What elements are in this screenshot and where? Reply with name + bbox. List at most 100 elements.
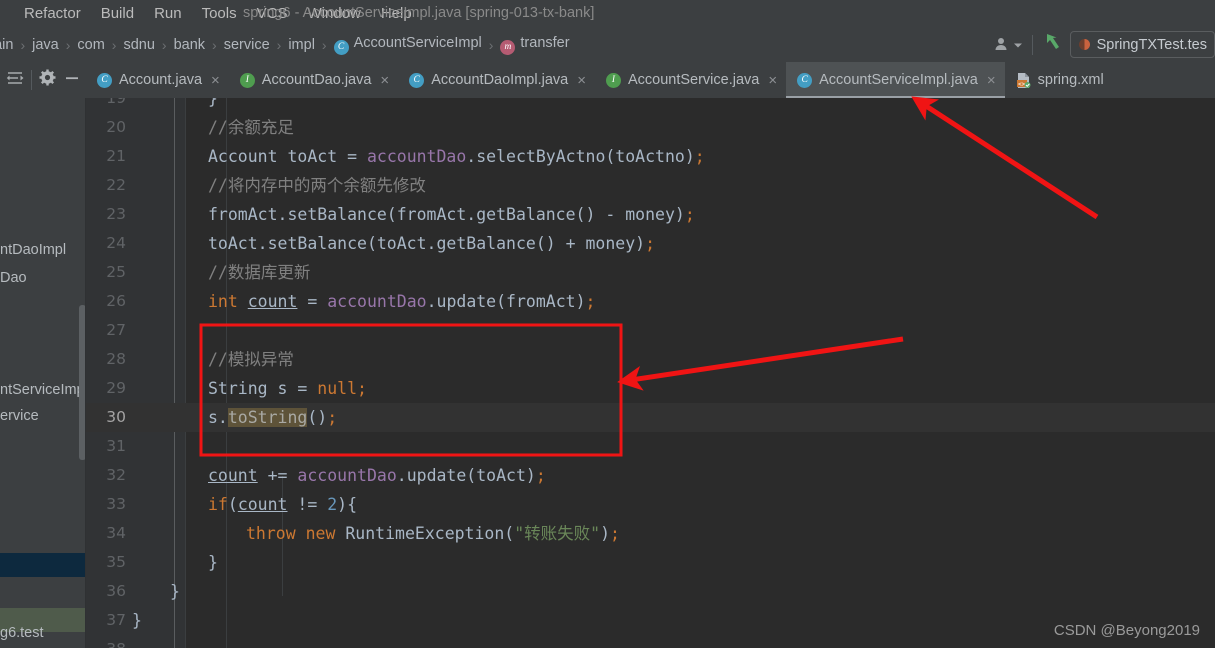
close-icon[interactable]: × — [987, 73, 996, 88]
run-config-icon — [1078, 39, 1090, 50]
collapse-all-icon[interactable] — [6, 69, 24, 92]
project-tree-item[interactable]: ntServiceImp — [0, 378, 85, 402]
code-line[interactable]: 34 throw new RuntimeException("转账失败"); — [86, 519, 1215, 548]
code-line[interactable]: 29 String s = null; — [86, 374, 1215, 403]
code-token: ; — [684, 205, 695, 224]
breadcrumb-label: impl — [288, 36, 315, 53]
project-tree-item[interactable] — [0, 553, 86, 577]
code-line[interactable]: 26 int count = accountDao.update(fromAct)… — [86, 287, 1215, 316]
code-token: () — [307, 408, 328, 427]
code-line[interactable]: 28 //模拟异常 — [86, 345, 1215, 374]
gear-icon[interactable] — [39, 69, 56, 91]
breadcrumb-item-service[interactable]: service — [224, 36, 270, 54]
code-token: ; — [585, 292, 596, 311]
code-token: String — [208, 379, 268, 398]
editor-tab-bar: C Account.java × I AccountDao.java × C AccountD… — [0, 62, 1215, 98]
code-text: s.toString(); — [208, 403, 337, 432]
user-dropdown-icon[interactable] — [994, 36, 1023, 53]
code-line[interactable]: 20 //余额充足 — [86, 113, 1215, 142]
code-line[interactable]: 23 fromAct.setBalance(fromAct.getBalance(… — [86, 200, 1215, 229]
breadcrumb-item-transfer[interactable]: m transfer — [500, 34, 570, 55]
code-line[interactable]: 21 Account toAct = accountDao.selectByAct… — [86, 142, 1215, 171]
code-token: Account — [208, 147, 278, 166]
code-token: 2 — [327, 495, 338, 514]
code-token: int — [208, 292, 238, 311]
line-number: 34 — [106, 524, 126, 542]
code-line[interactable]: 33 if(count != 2){ — [86, 490, 1215, 519]
code-token: .update(fromAct) — [426, 292, 586, 311]
code-token: ; — [535, 466, 546, 485]
close-icon[interactable]: × — [577, 73, 586, 88]
menu-label: Build — [100, 5, 135, 22]
editor-tab-accountservice-java[interactable]: I AccountService.java × — [595, 62, 786, 98]
breadcrumb-item-com[interactable]: com — [77, 36, 104, 54]
breadcrumb-item-bank[interactable]: bank — [174, 36, 205, 54]
menu-item-build[interactable]: Build — [91, 0, 144, 27]
line-number: 29 — [106, 379, 126, 397]
code-token: //模拟异常 — [208, 350, 294, 369]
code-token: null — [317, 379, 358, 398]
code-text: } — [170, 577, 180, 606]
breadcrumb-item-impl[interactable]: impl — [288, 36, 315, 54]
breadcrumb-separator: › — [20, 36, 26, 53]
code-text: count += accountDao.update(toAct); — [208, 461, 546, 490]
breadcrumb-item-sdnu[interactable]: sdnu — [123, 36, 154, 54]
menu-item-refactor[interactable]: Refactor — [14, 0, 91, 27]
interface-icon: I — [605, 72, 621, 88]
class-icon: C — [409, 72, 425, 88]
class-icon: C — [333, 40, 349, 55]
code-line[interactable]: 31 — [86, 432, 1215, 461]
code-editor[interactable]: 19} 20 //余额充足 21 Account toAct = accountDao.… — [86, 98, 1215, 648]
line-number: 32 — [106, 466, 126, 484]
code-line[interactable]: 37} — [86, 606, 1215, 635]
project-tree-item[interactable]: g6.test — [0, 621, 44, 645]
breadcrumb-item-main[interactable]: main — [0, 36, 13, 54]
close-icon[interactable]: × — [768, 73, 777, 88]
code-line[interactable]: 30 s.toString(); — [86, 403, 1215, 432]
menu-item-tools[interactable]: Tools — [192, 0, 247, 27]
code-token: ; — [645, 234, 656, 253]
code-line[interactable]: 27 — [86, 316, 1215, 345]
project-tool-window[interactable]: ntDaoImpl Dao ntServiceImp ervice g6.test — [0, 98, 86, 648]
code-line[interactable]: 22 //将内存中的两个余额先修改 — [86, 171, 1215, 200]
code-line[interactable]: 36} — [86, 577, 1215, 606]
line-number: 26 — [106, 292, 126, 310]
breadcrumb-item-java[interactable]: java — [32, 36, 59, 54]
code-line[interactable]: 35} — [86, 548, 1215, 577]
code-token: ( — [227, 495, 238, 514]
project-tree-item[interactable]: ntDaoImpl — [0, 238, 66, 262]
line-number: 24 — [106, 234, 126, 252]
code-token: toAct = — [277, 147, 367, 166]
editor-tab-accountserviceimpl-java[interactable]: C AccountServiceImpl.java × — [786, 62, 1005, 98]
code-line[interactable]: 32 count += accountDao.update(toAct); — [86, 461, 1215, 490]
breadcrumb-separator: › — [111, 36, 117, 53]
close-icon[interactable]: × — [380, 73, 389, 88]
close-icon[interactable]: × — [211, 73, 220, 88]
breadcrumb-item-accountserviceimpl[interactable]: C AccountServiceImpl — [333, 34, 482, 55]
project-tree-item[interactable]: ervice — [0, 404, 39, 428]
code-token: count — [247, 292, 298, 311]
editor-tab-accountdaoimpl-java[interactable]: C AccountDaoImpl.java × — [398, 62, 595, 98]
green-arrow-icon[interactable] — [1042, 30, 1066, 59]
code-line[interactable]: 38 — [86, 635, 1215, 648]
editor-tab-spring-xml[interactable]: <> spring.xml — [1005, 62, 1113, 98]
navbar-right-tools: SpringTXTest.tes — [994, 27, 1215, 62]
breadcrumb-label: AccountServiceImpl — [353, 35, 482, 51]
run-configuration-selector[interactable]: SpringTXTest.tes — [1069, 31, 1215, 58]
code-line[interactable]: 25 //数据库更新 — [86, 258, 1215, 287]
code-token: ) — [600, 524, 611, 543]
menu-item-run[interactable]: Run — [144, 0, 192, 27]
code-token: ; — [610, 524, 620, 543]
code-line[interactable]: 19} — [86, 98, 1215, 113]
editor-tab-accountdao-java[interactable]: I AccountDao.java × — [229, 62, 398, 98]
line-number: 20 — [106, 118, 126, 136]
code-text: } — [208, 548, 218, 577]
editor-tab-account-java[interactable]: C Account.java × — [86, 62, 229, 98]
code-line[interactable]: 24 toAct.setBalance(toAct.getBalance() + … — [86, 229, 1215, 258]
breadcrumb-separator: › — [212, 36, 217, 53]
code-token: ){ — [337, 495, 358, 514]
minimize-icon[interactable] — [64, 70, 80, 91]
code-token: RuntimeException( — [335, 524, 515, 543]
project-panel-scrollbar[interactable] — [79, 305, 85, 460]
project-tree-item[interactable]: Dao — [0, 266, 27, 290]
